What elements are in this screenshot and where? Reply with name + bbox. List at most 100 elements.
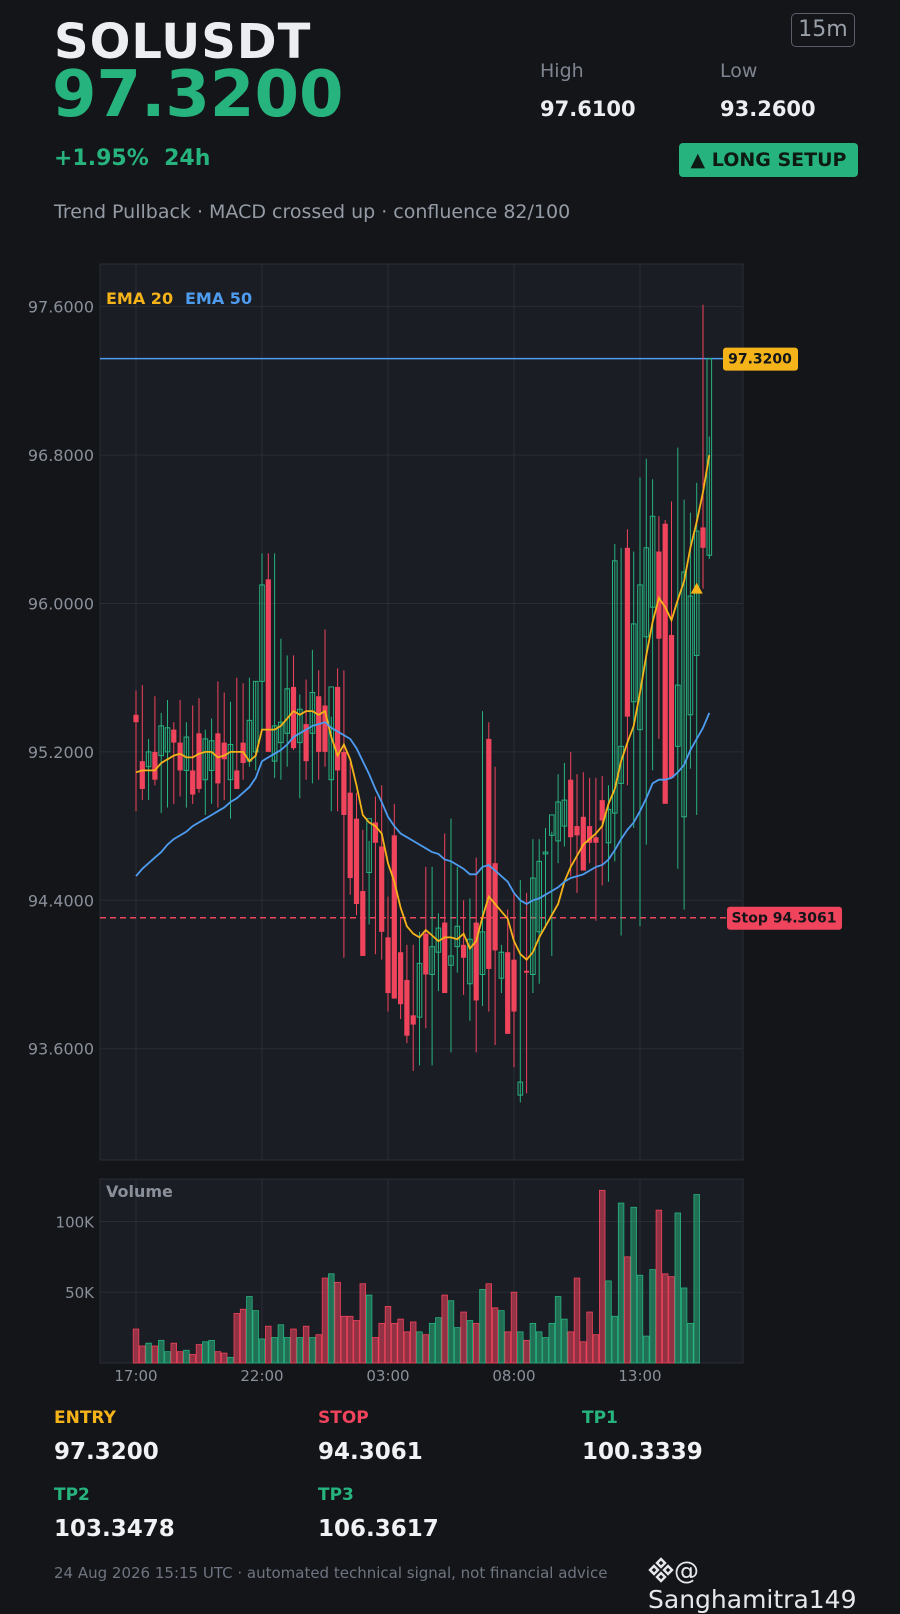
volume-bar — [605, 1280, 612, 1364]
volume-bar — [239, 1308, 247, 1364]
candle-body — [234, 770, 240, 789]
candle-body — [461, 944, 467, 958]
volume-bar — [498, 1310, 505, 1364]
volume-bar — [510, 1291, 518, 1364]
volume-bar — [214, 1351, 222, 1364]
volume-bar — [290, 1328, 297, 1364]
stop-value: 94.3061 — [318, 1439, 423, 1465]
volume-bar — [466, 1320, 474, 1364]
volume-bar — [687, 1322, 694, 1364]
candle-body — [215, 733, 221, 784]
volume-bar — [548, 1322, 555, 1364]
volume-bar — [441, 1294, 448, 1364]
volume-bar — [315, 1334, 322, 1364]
watermark: @ Sanghamitra149 — [648, 1556, 900, 1614]
tp2-label: TP2 — [54, 1485, 90, 1505]
candle-body — [700, 527, 706, 548]
candle-body — [486, 738, 492, 969]
volume-tick-label: 50K — [65, 1284, 95, 1302]
entry-label: ENTRY — [54, 1408, 116, 1428]
price-tick-label: 97.6000 — [28, 298, 94, 317]
volume-bar — [504, 1331, 511, 1364]
stop-tag-label: Stop 94.3061 — [731, 911, 836, 927]
volume-bar — [567, 1331, 574, 1364]
price-chart[interactable]: 97.6000 96.8000 96.0000 95.2000 94.4000 93.60… — [0, 0, 900, 1390]
time-tick-label: 13:00 — [618, 1367, 661, 1385]
volume-bar — [479, 1289, 486, 1364]
candle-body — [624, 547, 630, 717]
candle-body — [133, 714, 139, 723]
tp3-label: TP3 — [318, 1485, 354, 1505]
legend-ema50: EMA 50 — [185, 289, 252, 308]
volume-bar — [353, 1320, 360, 1364]
candle-body — [335, 686, 341, 771]
volume-bar — [662, 1273, 669, 1364]
candle-body — [593, 837, 599, 843]
volume-bar — [189, 1354, 196, 1364]
volume-bar — [302, 1325, 310, 1364]
tp2-value: 103.3478 — [54, 1516, 175, 1542]
volume-title: Volume — [106, 1182, 173, 1201]
volume-bar — [176, 1351, 184, 1364]
time-tick-label: 03:00 — [366, 1367, 409, 1385]
price-tick-label: 96.0000 — [28, 594, 94, 613]
candle — [265, 553, 271, 752]
candle-body — [152, 751, 158, 780]
candle-body — [360, 891, 366, 956]
volume-bar — [378, 1322, 385, 1364]
volume-bar — [233, 1313, 240, 1364]
volume-bar — [397, 1318, 404, 1364]
volume-bar — [580, 1341, 587, 1364]
candle-body — [442, 922, 448, 994]
candle-body — [410, 1015, 416, 1025]
volume-bar — [246, 1296, 253, 1364]
time-tick-label: 22:00 — [240, 1367, 283, 1385]
volume-bar — [170, 1342, 177, 1364]
volume-bar — [372, 1337, 379, 1364]
candle-body — [171, 729, 177, 743]
volume-bar — [523, 1339, 530, 1364]
candle-body — [568, 779, 574, 838]
volume-bar — [220, 1352, 228, 1364]
candle-body — [511, 959, 517, 1012]
volume-bar — [202, 1341, 209, 1364]
candle-body — [656, 551, 662, 639]
volume-bar — [183, 1349, 190, 1364]
volume-bar — [334, 1281, 341, 1364]
volume-bar — [340, 1315, 348, 1364]
candle-body — [265, 579, 271, 752]
disclaimer: 24 Aug 2026 15:15 UTC · automated techni… — [54, 1564, 608, 1582]
volume-bar — [693, 1194, 700, 1364]
volume-bar — [416, 1331, 423, 1364]
volume-bar — [529, 1322, 537, 1364]
candle-body — [385, 937, 391, 994]
tp1-value: 100.3339 — [582, 1439, 703, 1465]
volume-bar — [265, 1325, 272, 1364]
volume-bar — [428, 1322, 436, 1364]
volume-bar — [435, 1317, 442, 1364]
candle-body — [177, 742, 183, 771]
volume-bar — [561, 1318, 568, 1364]
volume-bar — [611, 1315, 618, 1364]
time-tick-label: 17:00 — [114, 1367, 157, 1385]
binance-logo-icon — [648, 1557, 674, 1583]
volume-bar — [277, 1324, 285, 1364]
candle-body — [347, 792, 353, 879]
volume-bar — [151, 1345, 159, 1364]
volume-bar — [491, 1307, 499, 1364]
price-tag-label: 97.3200 — [728, 352, 792, 368]
volume-bar — [403, 1331, 411, 1364]
candle-body — [196, 733, 202, 789]
candle-body — [190, 770, 196, 795]
price-tick-label: 95.2000 — [28, 743, 94, 762]
volume-bar — [164, 1351, 171, 1364]
volume-bar — [157, 1339, 165, 1364]
volume-bar — [258, 1338, 266, 1364]
volume-bar — [454, 1327, 461, 1364]
volume-bar — [599, 1189, 606, 1364]
volume-bar — [283, 1337, 291, 1364]
volume-bar — [365, 1294, 373, 1364]
volume-bar — [296, 1337, 303, 1364]
volume-bar — [145, 1342, 152, 1364]
stop-label: STOP — [318, 1408, 369, 1428]
